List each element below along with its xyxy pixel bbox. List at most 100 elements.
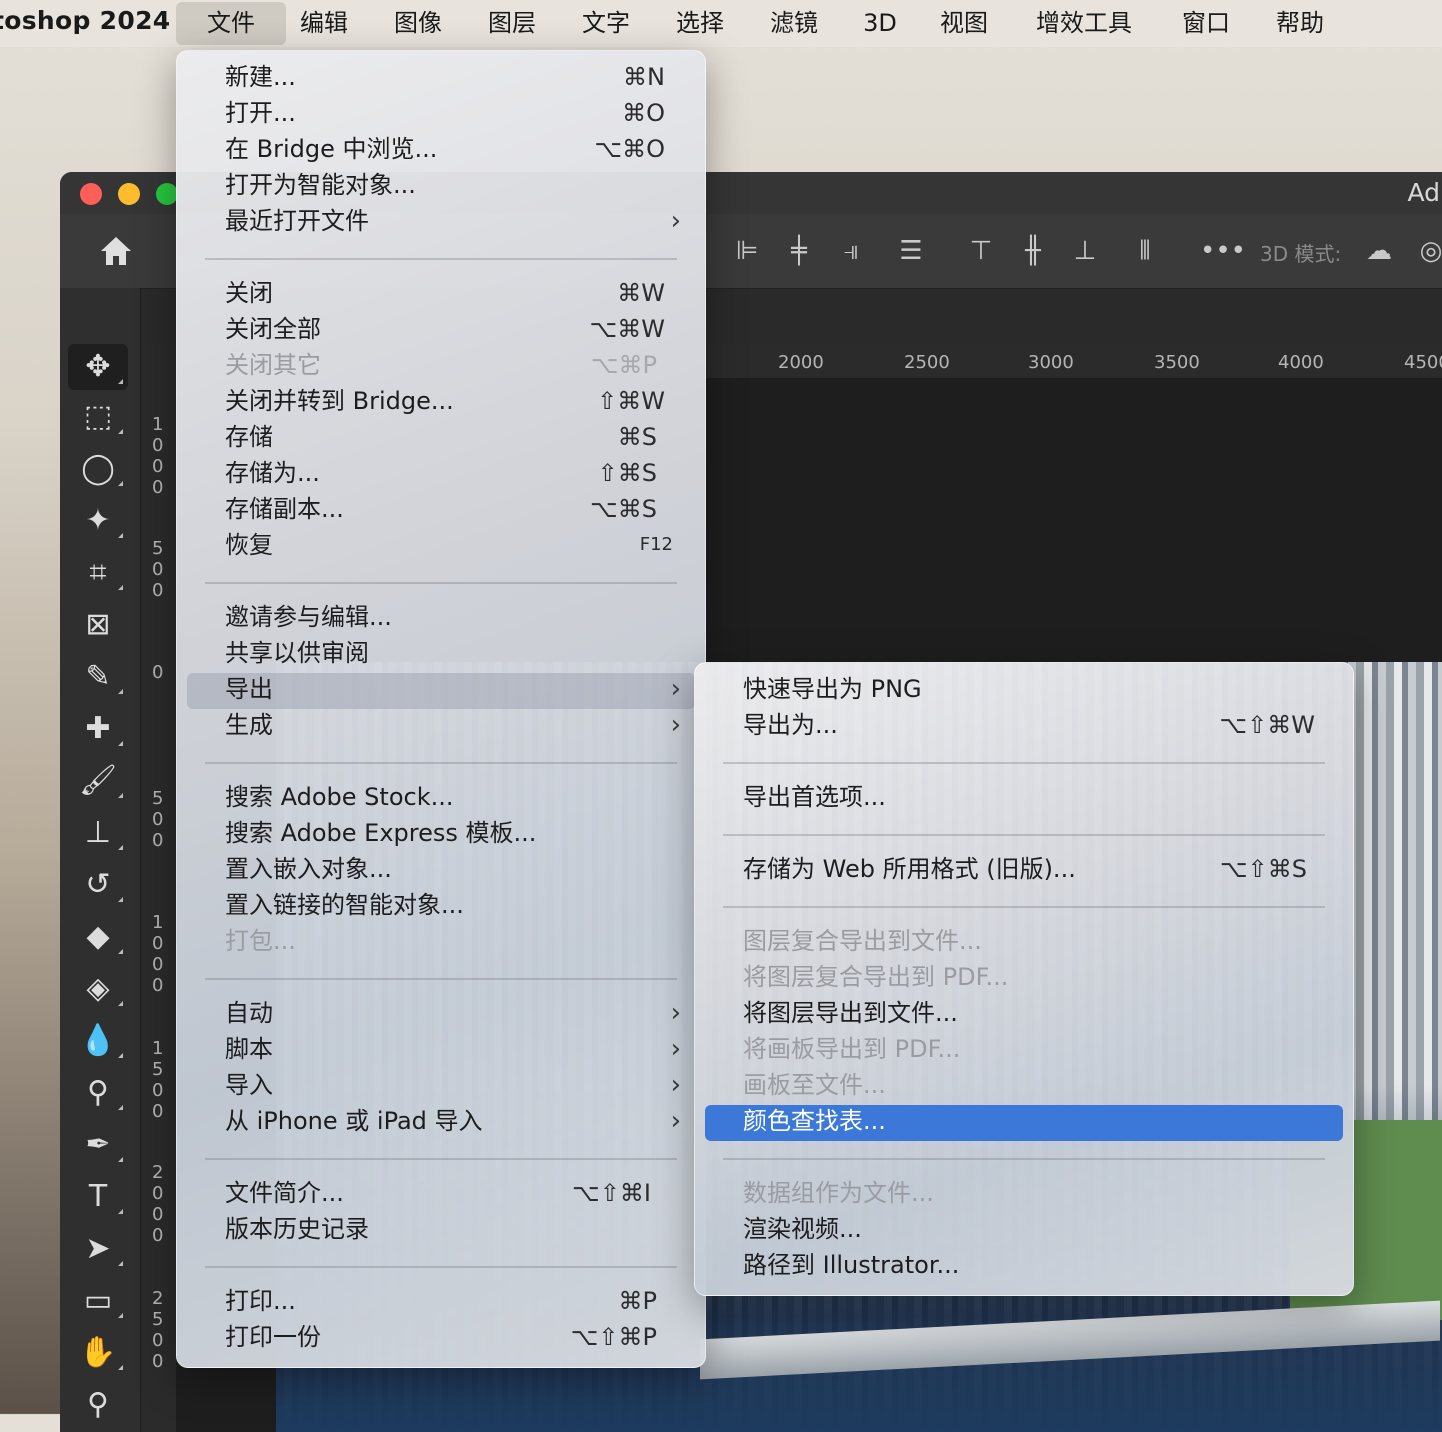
close-window-button[interactable] <box>80 183 102 205</box>
menu-item-browse-bridge[interactable]: 在 Bridge 中浏览... ⌥⌘O <box>225 131 665 167</box>
menu-item-share-review[interactable]: 共享以供审阅 <box>225 635 665 671</box>
3d-rotate-icon[interactable]: ◎ <box>1416 236 1442 266</box>
3d-orbit-icon[interactable]: ☁ <box>1364 236 1394 266</box>
minimize-window-button[interactable] <box>118 183 140 205</box>
menu-separator <box>723 762 1325 764</box>
brush-tool-icon[interactable]: 🖌 <box>68 758 128 804</box>
menu-plugins[interactable]: 增效工具 <box>1026 0 1142 47</box>
menu-item-close[interactable]: 关闭 ⌘W <box>225 275 665 311</box>
3d-mode-label: 3D 模式: <box>1260 242 1342 266</box>
distribute-vertical-icon[interactable]: ⫴ <box>1130 236 1160 266</box>
menu-separator <box>205 978 677 980</box>
menu-item-invite-edit[interactable]: 邀请参与编辑... <box>225 599 665 635</box>
eyedropper-tool-icon[interactable]: ✎ <box>68 654 128 700</box>
menu-item-open[interactable]: 打开... ⌘O <box>225 95 665 131</box>
align-middle-v-icon[interactable]: ╫ <box>1018 236 1048 266</box>
paint-bucket-tool-icon[interactable]: ◈ <box>68 966 128 1012</box>
zoom-window-button[interactable] <box>156 183 178 205</box>
menu-item-search-express[interactable]: 搜索 Adobe Express 模板... <box>225 815 665 851</box>
path-selection-tool-icon[interactable]: ➤ <box>68 1226 128 1272</box>
dodge-tool-icon[interactable]: ⚲ <box>68 1070 128 1116</box>
tools-panel: ✥ ⬚ ◯ ✦ ⌗ ⊠ ✎ ✚ 🖌 ⊥ ↺ ◆ ◈ 💧 ⚲ ✒ T ➤ ▭ ✋ … <box>60 288 141 1432</box>
ruler-label: 2000 <box>778 352 824 373</box>
menu-item-version-history[interactable]: 版本历史记录 <box>225 1211 665 1247</box>
menu-item-import-iphone[interactable]: 从 iPhone 或 iPad 导入 › <box>225 1103 681 1139</box>
app-menu[interactable]: toshop 2024 <box>0 6 170 35</box>
clone-stamp-tool-icon[interactable]: ⊥ <box>68 810 128 856</box>
menu-item-search-stock[interactable]: 搜索 Adobe Stock... <box>225 779 665 815</box>
frame-tool-icon[interactable]: ⊠ <box>68 602 128 648</box>
menu-item-paths-to-illustrator[interactable]: 路径到 Illustrator... <box>743 1247 1305 1283</box>
submenu-chevron-icon: › <box>670 674 681 704</box>
blur-tool-icon[interactable]: 💧 <box>68 1018 128 1064</box>
align-left-icon[interactable]: ⊫ <box>732 236 762 266</box>
menu-item-quick-export-png[interactable]: 快速导出为 PNG <box>743 671 1305 707</box>
history-brush-tool-icon[interactable]: ↺ <box>68 862 128 908</box>
menu-item-close-all[interactable]: 关闭全部 ⌥⌘W <box>225 311 665 347</box>
healing-brush-tool-icon[interactable]: ✚ <box>68 706 128 752</box>
menu-item-render-video[interactable]: 渲染视频... <box>743 1211 1305 1247</box>
menu-item-save-for-web[interactable]: 存储为 Web 所用格式 (旧版)... ⌥⇧⌘S <box>743 851 1307 887</box>
menu-item-new[interactable]: 新建... ⌘N <box>225 59 665 95</box>
ruler-label: 3500 <box>1154 352 1200 373</box>
menu-item-close-others: 关闭其它 ⌥⌘P <box>225 351 657 379</box>
menu-item-save[interactable]: 存储 ⌘S <box>225 419 657 455</box>
lasso-tool-icon[interactable]: ◯ <box>68 446 128 492</box>
menu-item-print-one[interactable]: 打印一份 ⌥⇧⌘P <box>225 1319 657 1355</box>
menu-file[interactable]: 文件 <box>176 2 286 45</box>
menu-image[interactable]: 图像 <box>386 0 450 47</box>
menu-item-import[interactable]: 导入 › <box>225 1067 681 1103</box>
menu-item-layers-to-files[interactable]: 将图层导出到文件... <box>743 995 1305 1031</box>
menu-type[interactable]: 文字 <box>574 0 638 47</box>
menu-layer[interactable]: 图层 <box>480 0 544 47</box>
menu-edit[interactable]: 编辑 <box>292 0 356 47</box>
menu-item-export-preferences[interactable]: 导出首选项... <box>743 779 1305 815</box>
align-bottom-icon[interactable]: ⊥ <box>1070 236 1100 266</box>
home-icon[interactable] <box>98 234 134 268</box>
align-top-icon[interactable]: ⊤ <box>966 236 996 266</box>
menu-item-color-lookup-tables[interactable]: 颜色查找表... <box>743 1103 1305 1139</box>
menu-window[interactable]: 窗口 <box>1174 0 1238 47</box>
pen-tool-icon[interactable]: ✒ <box>68 1122 128 1168</box>
menu-item-export[interactable]: 导出 › <box>225 671 681 707</box>
menu-item-save-copy[interactable]: 存储副本... ⌥⌘S <box>225 491 657 527</box>
menu-filter[interactable]: 滤镜 <box>762 0 826 47</box>
menu-3d[interactable]: 3D <box>856 0 904 47</box>
menu-item-data-sets-files: 数据组作为文件... <box>743 1179 934 1207</box>
menu-item-open-smart-object[interactable]: 打开为智能对象... <box>225 167 665 203</box>
align-right-icon[interactable]: ⫣ <box>836 236 866 266</box>
menu-help[interactable]: 帮助 <box>1268 0 1332 47</box>
zoom-tool-icon[interactable]: ⚲ <box>68 1382 128 1428</box>
ruler-label: 3000 <box>1028 352 1074 373</box>
move-tool-icon[interactable]: ✥ <box>68 344 128 390</box>
more-options-icon[interactable]: ••• <box>1200 236 1246 266</box>
menu-item-file-info[interactable]: 文件简介... ⌥⇧⌘I <box>225 1175 651 1211</box>
menu-item-place-embedded[interactable]: 置入嵌入对象... <box>225 851 665 887</box>
ruler-label: 4000 <box>1278 352 1324 373</box>
ruler-label: 1000 <box>152 912 164 996</box>
eraser-tool-icon[interactable]: ◆ <box>68 914 128 960</box>
menu-item-place-linked[interactable]: 置入链接的智能对象... <box>225 887 665 923</box>
align-center-h-icon[interactable]: ╪ <box>784 236 814 266</box>
marquee-tool-icon[interactable]: ⬚ <box>68 394 128 440</box>
menu-item-recent[interactable]: 最近打开文件 › <box>225 203 681 239</box>
menu-item-print[interactable]: 打印... ⌘P <box>225 1283 657 1319</box>
magic-wand-tool-icon[interactable]: ✦ <box>68 498 128 544</box>
rectangle-tool-icon[interactable]: ▭ <box>68 1278 128 1324</box>
export-submenu: 快速导出为 PNG 导出为... ⌥⇧⌘W 导出首选项... 存储为 Web 所用… <box>694 662 1354 1296</box>
menu-item-save-as[interactable]: 存储为... ⇧⌘S <box>225 455 657 491</box>
menu-separator <box>723 1158 1325 1160</box>
menu-select[interactable]: 选择 <box>668 0 732 47</box>
crop-tool-icon[interactable]: ⌗ <box>68 550 128 596</box>
menu-item-automate[interactable]: 自动 › <box>225 995 681 1031</box>
mac-menu-bar: toshop 2024 文件 编辑 图像 图层 文字 选择 滤镜 3D 视图 增… <box>0 0 1442 47</box>
menu-item-revert[interactable]: 恢复 F12 <box>225 527 673 563</box>
menu-view[interactable]: 视图 <box>932 0 996 47</box>
menu-item-export-as[interactable]: 导出为... ⌥⇧⌘W <box>743 707 1315 743</box>
hand-tool-icon[interactable]: ✋ <box>68 1330 128 1376</box>
type-tool-icon[interactable]: T <box>68 1174 128 1220</box>
menu-item-generate[interactable]: 生成 › <box>225 707 681 743</box>
menu-item-close-go-bridge[interactable]: 关闭并转到 Bridge... ⇧⌘W <box>225 383 665 419</box>
distribute-icon[interactable]: ☰ <box>896 236 926 266</box>
menu-item-scripts[interactable]: 脚本 › <box>225 1031 681 1067</box>
